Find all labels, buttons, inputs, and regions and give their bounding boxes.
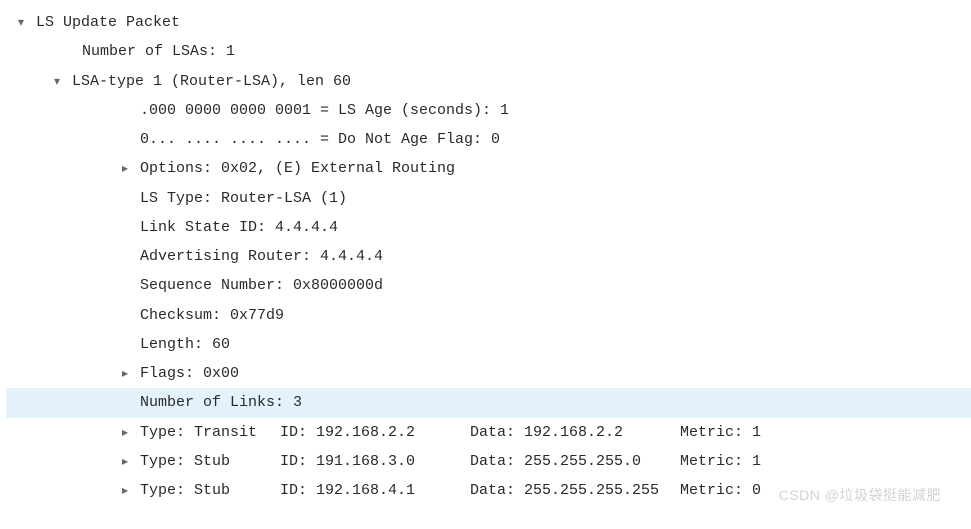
tree-root[interactable]: ▾ LS Update Packet [6, 8, 971, 37]
link-data: Data: 192.168.2.2 [470, 418, 680, 447]
field-num-lsas[interactable]: Number of LSAs: 1 [6, 37, 971, 66]
field-checksum[interactable]: Checksum: 0x77d9 [6, 301, 971, 330]
sequence-text: Sequence Number: 0x8000000d [140, 271, 383, 300]
field-flags[interactable]: ▸ Flags: 0x00 [6, 359, 971, 388]
link-row-1[interactable]: ▸ Type: Stub ID: 191.168.3.0 Data: 255.2… [6, 447, 971, 476]
field-adv-router[interactable]: Advertising Router: 4.4.4.4 [6, 242, 971, 271]
link-type: Type: Transit [140, 418, 280, 447]
lsa-node[interactable]: ▾ LSA-type 1 (Router-LSA), len 60 [6, 67, 971, 96]
field-num-links[interactable]: Number of Links: 3 [6, 388, 971, 417]
link-row-2[interactable]: ▸ Type: Stub ID: 192.168.4.1 Data: 255.2… [6, 476, 971, 505]
link-id: ID: 192.168.2.2 [280, 418, 470, 447]
link-data: Data: 255.255.255.0 [470, 447, 680, 476]
caret-right-icon[interactable]: ▸ [122, 450, 140, 473]
length-text: Length: 60 [140, 330, 230, 359]
caret-down-icon[interactable]: ▾ [54, 70, 72, 93]
checksum-text: Checksum: 0x77d9 [140, 301, 284, 330]
field-dna-flag[interactable]: 0... .... .... .... = Do Not Age Flag: 0 [6, 125, 971, 154]
link-state-id-text: Link State ID: 4.4.4.4 [140, 213, 338, 242]
caret-right-icon[interactable]: ▸ [122, 157, 140, 180]
field-length[interactable]: Length: 60 [6, 330, 971, 359]
link-metric: Metric: 1 [680, 418, 761, 447]
caret-down-icon[interactable]: ▾ [18, 11, 36, 34]
link-id: ID: 192.168.4.1 [280, 476, 470, 505]
field-sequence[interactable]: Sequence Number: 0x8000000d [6, 271, 971, 300]
dna-flag-text: 0... .... .... .... = Do Not Age Flag: 0 [140, 125, 500, 154]
link-id: ID: 191.168.3.0 [280, 447, 470, 476]
lsa-header-text: LSA-type 1 (Router-LSA), len 60 [72, 67, 351, 96]
caret-right-icon[interactable]: ▸ [122, 421, 140, 444]
link-type: Type: Stub [140, 447, 280, 476]
ls-type-text: LS Type: Router-LSA (1) [140, 184, 347, 213]
num-links-text: Number of Links: 3 [140, 388, 302, 417]
field-options[interactable]: ▸ Options: 0x02, (E) External Routing [6, 154, 971, 183]
adv-router-text: Advertising Router: 4.4.4.4 [140, 242, 383, 271]
root-label: LS Update Packet [36, 8, 180, 37]
field-link-state-id[interactable]: Link State ID: 4.4.4.4 [6, 213, 971, 242]
field-ls-type[interactable]: LS Type: Router-LSA (1) [6, 184, 971, 213]
link-row-0[interactable]: ▸ Type: Transit ID: 192.168.2.2 Data: 19… [6, 418, 971, 447]
options-text: Options: 0x02, (E) External Routing [140, 154, 455, 183]
num-lsas-text: Number of LSAs: 1 [82, 37, 235, 66]
caret-right-icon[interactable]: ▸ [122, 479, 140, 502]
link-metric: Metric: 0 [680, 476, 761, 505]
link-type: Type: Stub [140, 476, 280, 505]
ls-age-text: .000 0000 0000 0001 = LS Age (seconds): … [140, 96, 509, 125]
link-data: Data: 255.255.255.255 [470, 476, 680, 505]
field-ls-age[interactable]: .000 0000 0000 0001 = LS Age (seconds): … [6, 96, 971, 125]
flags-text: Flags: 0x00 [140, 359, 239, 388]
caret-right-icon[interactable]: ▸ [122, 362, 140, 385]
link-metric: Metric: 1 [680, 447, 761, 476]
